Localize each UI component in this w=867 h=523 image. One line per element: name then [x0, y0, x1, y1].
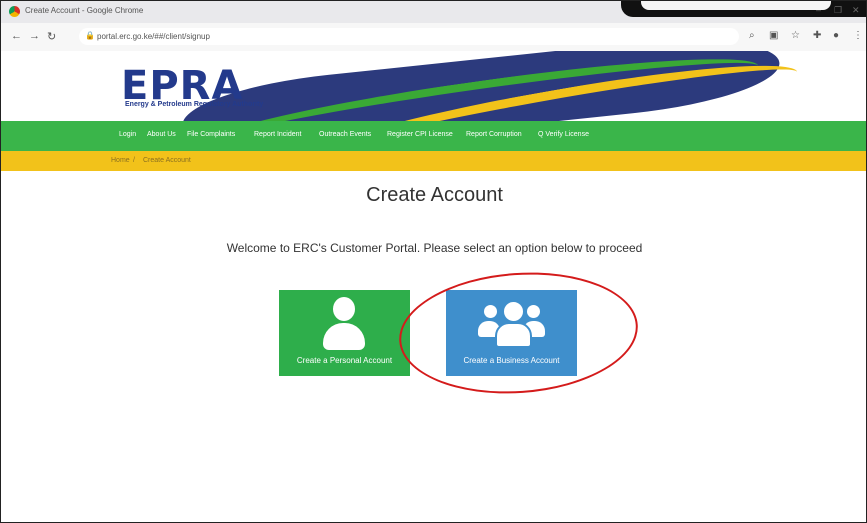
- personal-account-label: Create a Personal Account: [296, 356, 393, 365]
- maximize-button[interactable]: ❐: [834, 5, 842, 16]
- chrome-icon: [9, 6, 20, 17]
- main-nav: Login About Us File Complaints Report In…: [1, 121, 866, 151]
- nav-register-license[interactable]: Register CPI License: [387, 131, 453, 138]
- welcome-text: Welcome to ERC's Customer Portal. Please…: [226, 241, 643, 255]
- highlight-circle: [395, 264, 642, 402]
- back-icon[interactable]: ←: [11, 30, 22, 42]
- forward-icon[interactable]: →: [29, 30, 40, 42]
- title-bar-overlay-inner: [641, 1, 831, 10]
- nav-outreach-events[interactable]: Outreach Events: [319, 131, 371, 138]
- search-icon[interactable]: ⌕: [749, 30, 755, 41]
- browser-window: Create Account - Google Chrome – ❐ ✕ ← →…: [0, 0, 867, 523]
- url-field[interactable]: 🔒 portal.erc.go.ke/##/client/signup: [79, 28, 739, 45]
- menu-icon[interactable]: ⋮: [853, 30, 863, 41]
- breadcrumb: Home / Create Account: [1, 151, 866, 171]
- translate-icon[interactable]: ▣: [769, 30, 778, 41]
- title-bar: Create Account - Google Chrome – ❐ ✕: [1, 1, 866, 23]
- nav-about-us[interactable]: About Us: [147, 131, 176, 138]
- site-header: EPRA Energy & Petroleum Regulatory Autho…: [1, 51, 866, 121]
- create-personal-account-button[interactable]: Create a Personal Account: [279, 290, 410, 376]
- breadcrumb-separator: /: [133, 157, 135, 164]
- breadcrumb-home[interactable]: Home: [111, 157, 130, 164]
- window-title: Create Account - Google Chrome: [25, 6, 144, 15]
- lock-icon: 🔒: [85, 31, 95, 40]
- extensions-icon[interactable]: ✚: [813, 30, 821, 41]
- reload-icon[interactable]: ↻: [47, 30, 56, 43]
- url-text: portal.erc.go.ke/##/client/signup: [97, 32, 210, 41]
- bookmark-star-icon[interactable]: ☆: [791, 30, 800, 41]
- nav-login[interactable]: Login: [119, 131, 136, 138]
- nav-report-incident[interactable]: Report Incident: [254, 131, 301, 138]
- nav-verify-license[interactable]: Q Verify License: [538, 131, 589, 138]
- page-title: Create Account: [366, 184, 503, 206]
- minimize-button[interactable]: –: [816, 5, 821, 15]
- logo-subtitle: Energy & Petroleum Regulatory Authority: [125, 101, 264, 108]
- address-bar-row: ← → ↻ 🔒 portal.erc.go.ke/##/client/signu…: [1, 23, 866, 52]
- profile-icon[interactable]: ●: [833, 30, 839, 41]
- nav-report-corruption[interactable]: Report Corruption: [466, 131, 522, 138]
- breadcrumb-current: Create Account: [143, 157, 191, 164]
- close-button[interactable]: ✕: [852, 5, 860, 16]
- nav-file-complaints[interactable]: File Complaints: [187, 131, 235, 138]
